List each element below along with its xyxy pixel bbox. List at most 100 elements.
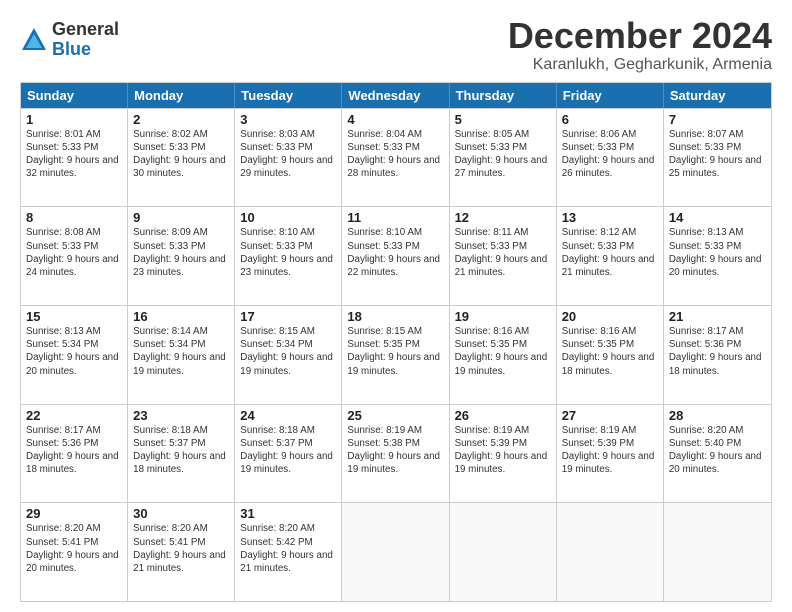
cell-text: Sunrise: 8:04 AMSunset: 5:33 PMDaylight:… — [347, 128, 443, 181]
cell-text: Sunrise: 8:15 AMSunset: 5:34 PMDaylight:… — [240, 325, 336, 378]
cal-cell-1-6: 14 Sunrise: 8:13 AMSunset: 5:33 PMDaylig… — [664, 207, 771, 305]
cal-cell-1-1: 9 Sunrise: 8:09 AMSunset: 5:33 PMDayligh… — [128, 207, 235, 305]
cal-cell-1-0: 8 Sunrise: 8:08 AMSunset: 5:33 PMDayligh… — [21, 207, 128, 305]
cal-cell-0-5: 6 Sunrise: 8:06 AMSunset: 5:33 PMDayligh… — [557, 109, 664, 207]
cell-text: Sunrise: 8:13 AMSunset: 5:34 PMDaylight:… — [26, 325, 122, 378]
week-row-3: 15 Sunrise: 8:13 AMSunset: 5:34 PMDaylig… — [21, 305, 771, 404]
cal-cell-2-6: 21 Sunrise: 8:17 AMSunset: 5:36 PMDaylig… — [664, 306, 771, 404]
cal-cell-0-4: 5 Sunrise: 8:05 AMSunset: 5:33 PMDayligh… — [450, 109, 557, 207]
day-number: 19 — [455, 309, 551, 324]
cell-text: Sunrise: 8:18 AMSunset: 5:37 PMDaylight:… — [240, 424, 336, 477]
cell-text: Sunrise: 8:15 AMSunset: 5:35 PMDaylight:… — [347, 325, 443, 378]
day-number: 28 — [669, 408, 766, 423]
day-number: 6 — [562, 112, 658, 127]
week-row-5: 29 Sunrise: 8:20 AMSunset: 5:41 PMDaylig… — [21, 502, 771, 601]
month-title: December 2024 — [508, 16, 772, 56]
day-number: 5 — [455, 112, 551, 127]
cal-cell-4-1: 30 Sunrise: 8:20 AMSunset: 5:41 PMDaylig… — [128, 503, 235, 601]
header-sunday: Sunday — [21, 83, 128, 108]
cell-text: Sunrise: 8:10 AMSunset: 5:33 PMDaylight:… — [240, 226, 336, 279]
cal-cell-3-4: 26 Sunrise: 8:19 AMSunset: 5:39 PMDaylig… — [450, 405, 557, 503]
cal-cell-3-1: 23 Sunrise: 8:18 AMSunset: 5:37 PMDaylig… — [128, 405, 235, 503]
cal-cell-2-0: 15 Sunrise: 8:13 AMSunset: 5:34 PMDaylig… — [21, 306, 128, 404]
header-saturday: Saturday — [664, 83, 771, 108]
cell-text: Sunrise: 8:20 AMSunset: 5:42 PMDaylight:… — [240, 522, 336, 575]
title-area: December 2024 Karanlukh, Gegharkunik, Ar… — [508, 16, 772, 74]
cal-cell-2-3: 18 Sunrise: 8:15 AMSunset: 5:35 PMDaylig… — [342, 306, 449, 404]
header-monday: Monday — [128, 83, 235, 108]
day-number: 29 — [26, 506, 122, 521]
cal-cell-3-2: 24 Sunrise: 8:18 AMSunset: 5:37 PMDaylig… — [235, 405, 342, 503]
day-number: 24 — [240, 408, 336, 423]
cell-text: Sunrise: 8:10 AMSunset: 5:33 PMDaylight:… — [347, 226, 443, 279]
cell-text: Sunrise: 8:17 AMSunset: 5:36 PMDaylight:… — [26, 424, 122, 477]
calendar-header: Sunday Monday Tuesday Wednesday Thursday… — [21, 83, 771, 108]
cell-text: Sunrise: 8:17 AMSunset: 5:36 PMDaylight:… — [669, 325, 766, 378]
cell-text: Sunrise: 8:11 AMSunset: 5:33 PMDaylight:… — [455, 226, 551, 279]
header-wednesday: Wednesday — [342, 83, 449, 108]
header-tuesday: Tuesday — [235, 83, 342, 108]
cal-cell-1-4: 12 Sunrise: 8:11 AMSunset: 5:33 PMDaylig… — [450, 207, 557, 305]
day-number: 1 — [26, 112, 122, 127]
day-number: 31 — [240, 506, 336, 521]
cell-text: Sunrise: 8:16 AMSunset: 5:35 PMDaylight:… — [455, 325, 551, 378]
cal-cell-2-2: 17 Sunrise: 8:15 AMSunset: 5:34 PMDaylig… — [235, 306, 342, 404]
location: Karanlukh, Gegharkunik, Armenia — [508, 56, 772, 74]
cell-text: Sunrise: 8:19 AMSunset: 5:38 PMDaylight:… — [347, 424, 443, 477]
cell-text: Sunrise: 8:20 AMSunset: 5:41 PMDaylight:… — [26, 522, 122, 575]
day-number: 18 — [347, 309, 443, 324]
cell-text: Sunrise: 8:08 AMSunset: 5:33 PMDaylight:… — [26, 226, 122, 279]
header-thursday: Thursday — [450, 83, 557, 108]
cal-cell-0-2: 3 Sunrise: 8:03 AMSunset: 5:33 PMDayligh… — [235, 109, 342, 207]
cell-text: Sunrise: 8:12 AMSunset: 5:33 PMDaylight:… — [562, 226, 658, 279]
cell-text: Sunrise: 8:19 AMSunset: 5:39 PMDaylight:… — [455, 424, 551, 477]
logo-icon — [20, 26, 48, 54]
cal-cell-4-2: 31 Sunrise: 8:20 AMSunset: 5:42 PMDaylig… — [235, 503, 342, 601]
cell-text: Sunrise: 8:13 AMSunset: 5:33 PMDaylight:… — [669, 226, 766, 279]
day-number: 13 — [562, 210, 658, 225]
cal-cell-3-0: 22 Sunrise: 8:17 AMSunset: 5:36 PMDaylig… — [21, 405, 128, 503]
day-number: 20 — [562, 309, 658, 324]
logo: General Blue — [20, 20, 119, 60]
cell-text: Sunrise: 8:09 AMSunset: 5:33 PMDaylight:… — [133, 226, 229, 279]
day-number: 10 — [240, 210, 336, 225]
day-number: 21 — [669, 309, 766, 324]
day-number: 23 — [133, 408, 229, 423]
day-number: 30 — [133, 506, 229, 521]
cal-cell-1-2: 10 Sunrise: 8:10 AMSunset: 5:33 PMDaylig… — [235, 207, 342, 305]
cal-cell-4-6 — [664, 503, 771, 601]
cal-cell-3-3: 25 Sunrise: 8:19 AMSunset: 5:38 PMDaylig… — [342, 405, 449, 503]
week-row-2: 8 Sunrise: 8:08 AMSunset: 5:33 PMDayligh… — [21, 206, 771, 305]
cal-cell-0-3: 4 Sunrise: 8:04 AMSunset: 5:33 PMDayligh… — [342, 109, 449, 207]
cell-text: Sunrise: 8:06 AMSunset: 5:33 PMDaylight:… — [562, 128, 658, 181]
header-friday: Friday — [557, 83, 664, 108]
cal-cell-0-0: 1 Sunrise: 8:01 AMSunset: 5:33 PMDayligh… — [21, 109, 128, 207]
page: General Blue December 2024 Karanlukh, Ge… — [0, 0, 792, 612]
day-number: 26 — [455, 408, 551, 423]
cell-text: Sunrise: 8:03 AMSunset: 5:33 PMDaylight:… — [240, 128, 336, 181]
cell-text: Sunrise: 8:02 AMSunset: 5:33 PMDaylight:… — [133, 128, 229, 181]
day-number: 15 — [26, 309, 122, 324]
day-number: 14 — [669, 210, 766, 225]
day-number: 16 — [133, 309, 229, 324]
cal-cell-1-5: 13 Sunrise: 8:12 AMSunset: 5:33 PMDaylig… — [557, 207, 664, 305]
day-number: 25 — [347, 408, 443, 423]
day-number: 11 — [347, 210, 443, 225]
cal-cell-1-3: 11 Sunrise: 8:10 AMSunset: 5:33 PMDaylig… — [342, 207, 449, 305]
cell-text: Sunrise: 8:20 AMSunset: 5:40 PMDaylight:… — [669, 424, 766, 477]
day-number: 2 — [133, 112, 229, 127]
day-number: 4 — [347, 112, 443, 127]
cal-cell-4-0: 29 Sunrise: 8:20 AMSunset: 5:41 PMDaylig… — [21, 503, 128, 601]
cell-text: Sunrise: 8:01 AMSunset: 5:33 PMDaylight:… — [26, 128, 122, 181]
week-row-4: 22 Sunrise: 8:17 AMSunset: 5:36 PMDaylig… — [21, 404, 771, 503]
cell-text: Sunrise: 8:18 AMSunset: 5:37 PMDaylight:… — [133, 424, 229, 477]
cell-text: Sunrise: 8:14 AMSunset: 5:34 PMDaylight:… — [133, 325, 229, 378]
cal-cell-4-5 — [557, 503, 664, 601]
day-number: 3 — [240, 112, 336, 127]
cell-text: Sunrise: 8:05 AMSunset: 5:33 PMDaylight:… — [455, 128, 551, 181]
day-number: 9 — [133, 210, 229, 225]
cal-cell-2-5: 20 Sunrise: 8:16 AMSunset: 5:35 PMDaylig… — [557, 306, 664, 404]
cell-text: Sunrise: 8:19 AMSunset: 5:39 PMDaylight:… — [562, 424, 658, 477]
cal-cell-3-5: 27 Sunrise: 8:19 AMSunset: 5:39 PMDaylig… — [557, 405, 664, 503]
cal-cell-3-6: 28 Sunrise: 8:20 AMSunset: 5:40 PMDaylig… — [664, 405, 771, 503]
